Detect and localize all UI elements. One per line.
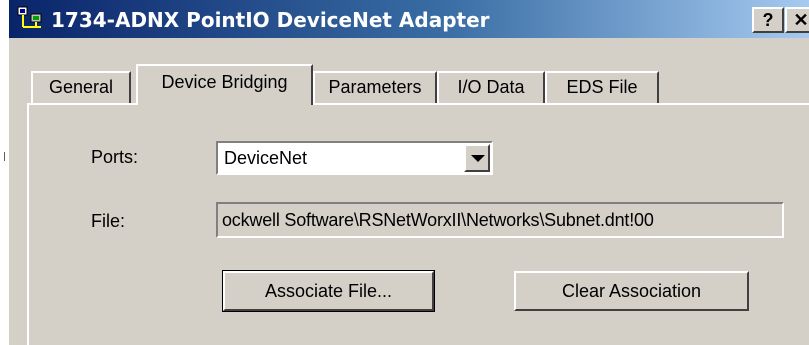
file-path-value: ockwell Software\RSNetWorxII\Networks\Su…: [222, 210, 654, 230]
close-button[interactable]: ✕: [785, 7, 809, 33]
device-bridging-panel: Ports: DeviceNet File: ockwell Software\…: [27, 103, 809, 345]
ports-label: Ports:: [91, 147, 139, 167]
dropdown-arrow-button[interactable]: [464, 144, 490, 172]
ports-dropdown[interactable]: DeviceNet: [216, 141, 493, 175]
tab-device-bridging[interactable]: Device Bridging: [136, 64, 313, 105]
associate-file-button[interactable]: Associate File...: [222, 270, 435, 312]
tab-parameters[interactable]: Parameters: [313, 71, 437, 103]
background-page-edge: [0, 0, 8, 345]
window-title: 1734-ADNX PointIO DeviceNet Adapter: [51, 8, 490, 32]
ports-selected-value: DeviceNet: [224, 148, 308, 168]
chevron-down-icon: [471, 155, 485, 162]
help-button[interactable]: ?: [752, 7, 784, 33]
divider-mark: [4, 152, 5, 161]
tab-io-data[interactable]: I/O Data: [437, 71, 545, 103]
file-path-field[interactable]: ockwell Software\RSNetWorxII\Networks\Su…: [216, 202, 784, 238]
title-bar[interactable]: 1734-ADNX PointIO DeviceNet Adapter ? ✕: [9, 0, 809, 38]
tab-eds-file[interactable]: EDS File: [545, 71, 659, 103]
clear-association-button[interactable]: Clear Association: [514, 271, 749, 311]
file-label: File:: [91, 211, 126, 231]
properties-dialog: 1734-ADNX PointIO DeviceNet Adapter ? ✕ …: [9, 0, 809, 345]
tab-general[interactable]: General: [31, 71, 131, 103]
devicenet-adapter-icon[interactable]: [17, 5, 45, 31]
